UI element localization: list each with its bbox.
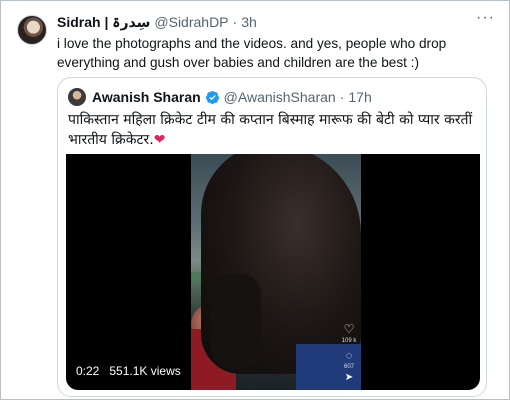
quoted-text-body: पाकिस्तान महिला क्रिकेट टीम की कप्तान बि… [68, 112, 473, 148]
quoted-author-name[interactable]: Awanish Sharan [92, 89, 201, 105]
comment-count: 607 [343, 364, 354, 370]
more-options-icon[interactable]: ··· [476, 9, 495, 27]
ponytail [211, 274, 261, 369]
like-icon: ♡ [343, 322, 355, 336]
author-name[interactable]: Sidrah | سِدرۃ [57, 14, 150, 31]
tweet-text: i love the photographs and the videos. a… [57, 36, 447, 70]
video-views: 551.1K views [109, 364, 181, 378]
quoted-author-handle[interactable]: @AwanishSharan [224, 89, 336, 105]
dot-separator: · [232, 14, 238, 30]
author-handle[interactable]: @SidrahDP [154, 14, 228, 30]
tweet-card[interactable]: Sidrah | سِدرۃ @SidrahDP · 3h ··· i love… [0, 0, 510, 400]
quoted-text: पाकिस्तान महिला क्रिकेट टीम की कप्तान बि… [68, 110, 478, 150]
comment-icon: ◌ [345, 350, 353, 362]
video-player[interactable]: ♡ 109 k ◌ 607 ➤ 0:22 551.1K views [66, 154, 480, 390]
dot-separator: · [339, 89, 345, 105]
share-icon: ➤ [344, 372, 354, 383]
video-thumbnail: ♡ 109 k ◌ 607 ➤ [191, 154, 361, 390]
quoted-tweet[interactable]: Awanish Sharan @AwanishSharan · 17h पाकि… [57, 77, 487, 397]
heart-emoji: ❤ [153, 132, 166, 148]
video-info: 0:22 551.1K views [76, 364, 181, 378]
tweet-header: Sidrah | سِدرۃ @SidrahDP · 3h [57, 12, 477, 32]
video-duration: 0:22 [76, 364, 100, 378]
quoted-avatar[interactable] [68, 88, 86, 106]
quoted-time[interactable]: 17h [348, 89, 371, 105]
avatar[interactable] [17, 15, 47, 45]
quoted-header: Awanish Sharan @AwanishSharan · 17h [92, 87, 372, 107]
verified-badge-icon [205, 90, 219, 104]
like-count: 109 k [341, 338, 357, 344]
tweet-time[interactable]: 3h [241, 14, 257, 30]
